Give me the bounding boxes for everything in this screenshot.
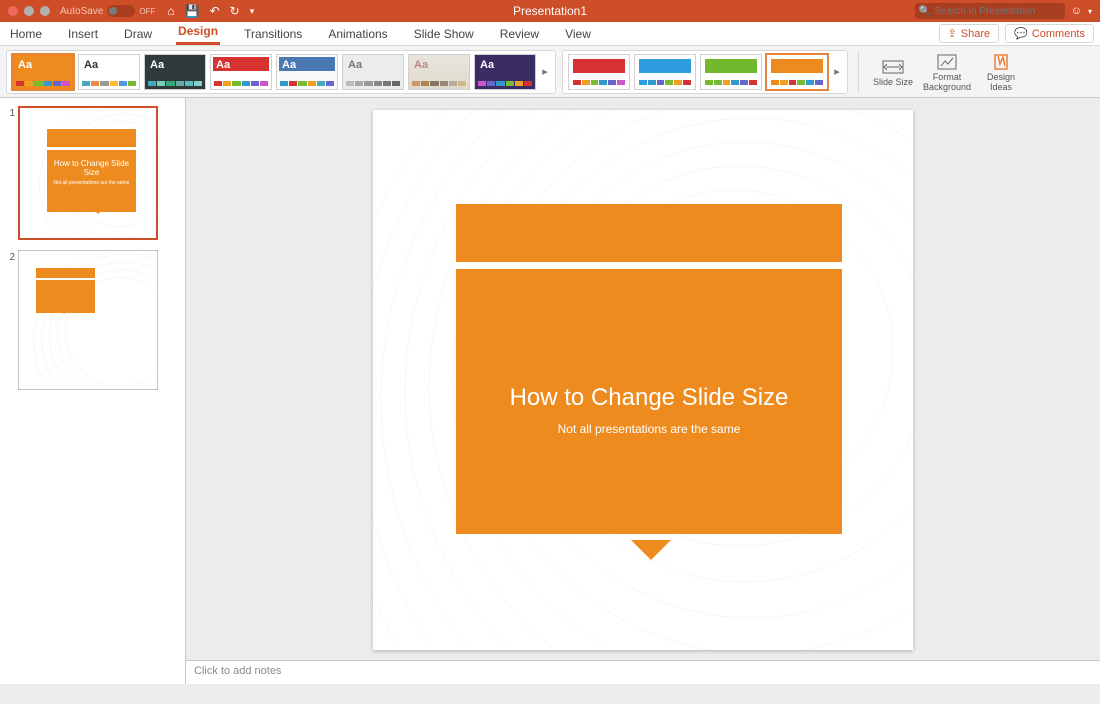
tab-draw[interactable]: Draw [122, 23, 154, 45]
slide-thumbnail-1[interactable]: How to Change Slide SizeNot all presenta… [18, 106, 158, 240]
editor-area: How to Change Slide Size Not all present… [186, 98, 1100, 684]
theme-dark[interactable]: Aa [144, 54, 206, 90]
variant-green[interactable] [700, 54, 762, 90]
design-ideas-icon [977, 51, 1025, 73]
design-ribbon: Aa Aa Aa Aa Aa Aa Aa Aa ▸ ▸ Slide Size F… [0, 46, 1100, 98]
comments-button[interactable]: 💬Comments [1005, 24, 1094, 43]
theme-red[interactable]: Aa [210, 54, 272, 90]
share-icon: ⇪ [948, 27, 957, 40]
tab-view[interactable]: View [563, 23, 593, 45]
search-input[interactable] [934, 6, 1061, 17]
account-chevron-icon[interactable]: ▾ [1088, 7, 1092, 16]
slide-thumbnail-panel: 1 How to Change Slide SizeNot all presen… [0, 98, 186, 684]
autosave-label: AutoSave [60, 6, 103, 17]
tab-home[interactable]: Home [8, 23, 44, 45]
slide-size-label: Slide Size [873, 77, 913, 87]
theme-gallery: Aa Aa Aa Aa Aa Aa Aa Aa ▸ [6, 50, 556, 94]
theme-purple[interactable]: Aa [474, 54, 536, 90]
redo-icon[interactable]: ↻ [230, 4, 240, 18]
qat-more-icon[interactable]: ▾ [250, 6, 255, 17]
zoom-window-icon[interactable] [40, 6, 50, 16]
slide-stage[interactable]: How to Change Slide Size Not all present… [186, 98, 1100, 660]
title-shape[interactable]: How to Change Slide Size Not all present… [456, 204, 842, 534]
ribbon-separator [858, 52, 859, 92]
theme-blue[interactable]: Aa [276, 54, 338, 90]
tab-review[interactable]: Review [498, 23, 541, 45]
variant-red[interactable] [568, 54, 630, 90]
design-ideas-button[interactable]: Design Ideas [977, 51, 1025, 93]
close-window-icon[interactable] [8, 6, 18, 16]
workspace: 1 How to Change Slide SizeNot all presen… [0, 98, 1100, 684]
tab-transitions[interactable]: Transitions [242, 23, 304, 45]
tab-insert[interactable]: Insert [66, 23, 100, 45]
tab-slide-show[interactable]: Slide Show [412, 23, 476, 45]
comment-icon: 💬 [1014, 27, 1028, 40]
thumb-number: 2 [6, 250, 18, 390]
share-button[interactable]: ⇪Share [939, 24, 1000, 43]
search-icon: 🔍 [919, 6, 931, 17]
slide-subtitle[interactable]: Not all presentations are the same [456, 422, 842, 436]
variant-orange[interactable] [766, 54, 828, 90]
notes-pane[interactable]: Click to add notes [186, 660, 1100, 684]
theme-gray[interactable]: Aa [342, 54, 404, 90]
search-box[interactable]: 🔍 [915, 3, 1065, 19]
minimize-window-icon[interactable] [24, 6, 34, 16]
slide-canvas[interactable]: How to Change Slide Size Not all present… [373, 110, 913, 650]
window-titlebar: AutoSave OFF ⌂ 💾 ↶ ↻ ▾ Presentation1 🔍 ☺… [0, 0, 1100, 22]
slide-title[interactable]: How to Change Slide Size [456, 384, 842, 412]
tab-animations[interactable]: Animations [326, 23, 389, 45]
ribbon-tabs: Home Insert Draw Design Transitions Anim… [0, 22, 1100, 46]
quick-access-toolbar: ⌂ 💾 ↶ ↻ ▾ [167, 4, 254, 18]
variant-more-icon[interactable]: ▸ [830, 65, 844, 78]
autosave-state: OFF [139, 7, 155, 16]
document-title: Presentation1 [513, 4, 587, 18]
account-icon[interactable]: ☺ [1071, 5, 1082, 17]
undo-icon[interactable]: ↶ [210, 4, 220, 18]
theme-orange[interactable]: Aa [12, 54, 74, 90]
variant-blue[interactable] [634, 54, 696, 90]
thumb-number: 1 [6, 106, 18, 240]
design-ideas-label: Design Ideas [987, 72, 1015, 92]
variant-gallery: ▸ [562, 50, 848, 94]
home-icon[interactable]: ⌂ [167, 4, 174, 18]
window-controls [0, 6, 50, 16]
format-background-button[interactable]: Format Background [923, 51, 971, 93]
slide-size-button[interactable]: Slide Size [869, 56, 917, 88]
theme-white[interactable]: Aa [78, 54, 140, 90]
tab-design[interactable]: Design [176, 20, 220, 45]
slide-thumbnail-2[interactable] [18, 250, 158, 390]
autosave-toggle[interactable]: AutoSave OFF [60, 5, 155, 17]
slide-size-icon [869, 56, 917, 78]
format-bg-label: Format Background [923, 72, 971, 92]
theme-photo[interactable]: Aa [408, 54, 470, 90]
save-icon[interactable]: 💾 [185, 4, 200, 18]
format-bg-icon [923, 51, 971, 73]
theme-more-icon[interactable]: ▸ [538, 65, 552, 78]
